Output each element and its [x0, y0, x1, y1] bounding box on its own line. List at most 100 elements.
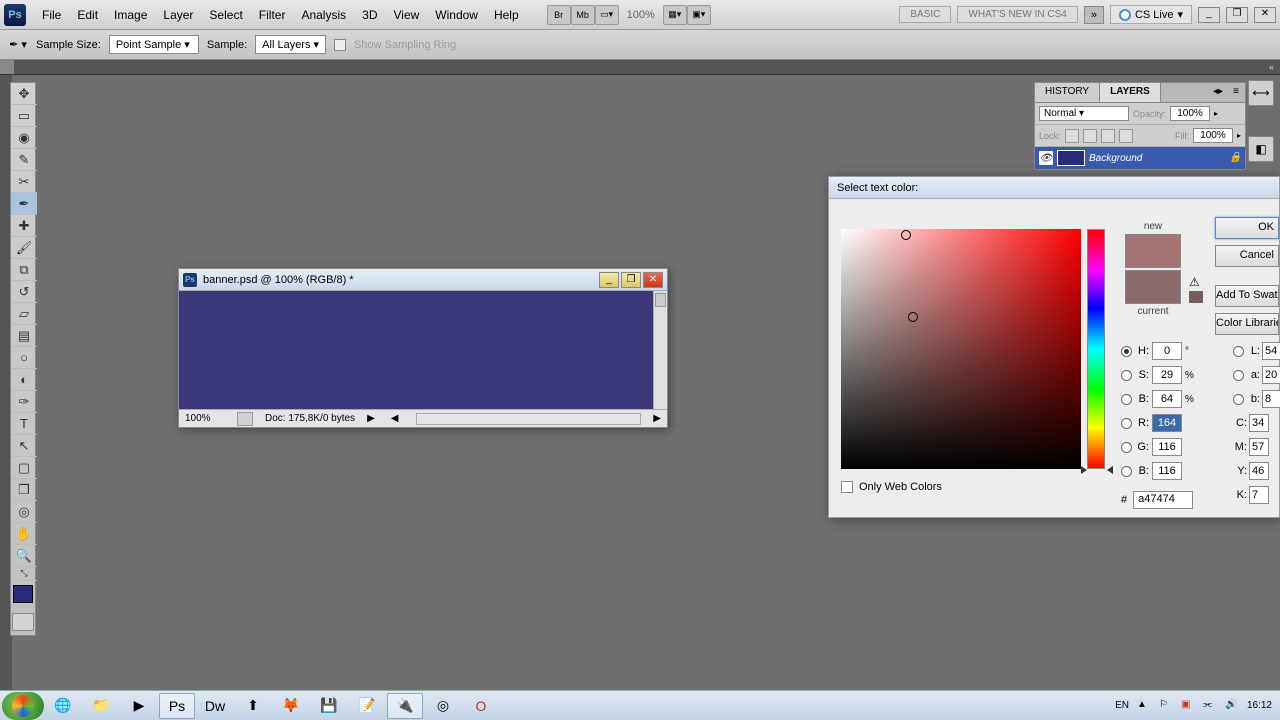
- type-tool[interactable]: T: [11, 413, 37, 435]
- opacity-field[interactable]: 100%: [1170, 106, 1210, 121]
- field-bv[interactable]: 64: [1152, 390, 1182, 408]
- panel-collapse-icon[interactable]: ◂▸: [1209, 83, 1227, 102]
- menu-layer[interactable]: Layer: [155, 4, 201, 26]
- lock-position-icon[interactable]: [1101, 129, 1115, 143]
- workspace-whatsnew[interactable]: WHAT'S NEW IN CS4: [957, 6, 1077, 23]
- lock-image-icon[interactable]: [1083, 129, 1097, 143]
- doc-status-menu-icon[interactable]: ▶: [367, 413, 375, 424]
- menu-analysis[interactable]: Analysis: [293, 4, 354, 26]
- web-colors-checkbox[interactable]: [841, 481, 853, 493]
- color-libraries-button[interactable]: Color Libraries: [1215, 313, 1279, 335]
- radio-g[interactable]: [1121, 442, 1132, 453]
- zoom-level[interactable]: 100%: [619, 7, 663, 23]
- marquee-tool[interactable]: ▭: [11, 105, 37, 127]
- tray-icon-2[interactable]: ▣: [1181, 699, 1195, 713]
- workspace-basic[interactable]: BASIC: [899, 6, 951, 23]
- ruler-menu-icon[interactable]: «: [1269, 62, 1274, 72]
- healing-tool[interactable]: ✚: [11, 215, 37, 237]
- fill-slider-icon[interactable]: ▸: [1237, 131, 1241, 140]
- menu-window[interactable]: Window: [427, 4, 486, 26]
- arrange-documents-dropdown[interactable]: ▦▾: [663, 5, 687, 25]
- dock-panel-icon[interactable]: ◧: [1248, 136, 1274, 162]
- layer-background[interactable]: 👁 Background 🔒: [1035, 147, 1245, 169]
- opacity-slider-icon[interactable]: ▸: [1214, 109, 1218, 118]
- eraser-tool[interactable]: ▱: [11, 303, 37, 325]
- sample-dropdown[interactable]: All Layers ▾: [255, 35, 326, 54]
- launch-bridge-icon[interactable]: Br: [547, 5, 571, 25]
- field-s[interactable]: 29: [1152, 366, 1182, 384]
- crop-tool[interactable]: ✂: [11, 171, 37, 193]
- 3d-tool[interactable]: ❒: [11, 479, 37, 501]
- cancel-button[interactable]: Cancel: [1215, 245, 1279, 267]
- doc-minimize-button[interactable]: _: [599, 272, 619, 288]
- current-color-swatch[interactable]: [1125, 270, 1181, 304]
- radio-lab-b[interactable]: [1233, 394, 1244, 405]
- pen-tool[interactable]: ✑: [11, 391, 37, 413]
- hue-handle[interactable]: [1083, 466, 1111, 474]
- hue-slider[interactable]: [1087, 229, 1105, 469]
- doc-scrollbar-horizontal[interactable]: [416, 413, 641, 425]
- sample-size-dropdown[interactable]: Point Sample ▾: [109, 35, 199, 54]
- blend-mode-dropdown[interactable]: Normal ▾: [1039, 106, 1129, 121]
- field-h[interactable]: 0: [1152, 342, 1182, 360]
- stamp-tool[interactable]: ⧉: [11, 259, 37, 281]
- dodge-tool[interactable]: ◐: [11, 369, 37, 391]
- doc-maximize-button[interactable]: ❐: [621, 272, 641, 288]
- zoom-tool[interactable]: 🔍: [11, 545, 37, 567]
- doc-zoom-field[interactable]: 100%: [185, 413, 225, 424]
- show-sampling-ring-checkbox[interactable]: [334, 39, 346, 51]
- launch-minibridge-icon[interactable]: Mb: [571, 5, 595, 25]
- tray-network-icon[interactable]: ⫘: [1203, 699, 1217, 713]
- foreground-color-swatch[interactable]: [13, 585, 33, 603]
- tab-history[interactable]: HISTORY: [1035, 83, 1100, 102]
- quick-select-tool[interactable]: ✎: [11, 149, 37, 171]
- radio-s[interactable]: [1121, 370, 1132, 381]
- shape-tool[interactable]: ▢: [11, 457, 37, 479]
- lock-all-icon[interactable]: [1119, 129, 1133, 143]
- tray-volume-icon[interactable]: 🔊: [1225, 699, 1239, 713]
- field-g[interactable]: 116: [1152, 438, 1182, 456]
- lasso-tool[interactable]: ◉: [11, 127, 37, 149]
- history-brush-tool[interactable]: ↺: [11, 281, 37, 303]
- field-lab-b[interactable]: 8: [1262, 390, 1280, 408]
- radio-r[interactable]: [1121, 418, 1132, 429]
- move-tool[interactable]: ✥: [11, 83, 37, 105]
- gamut-warning-icon[interactable]: ⚠: [1189, 275, 1205, 289]
- view-extras-dropdown[interactable]: ▭▾: [595, 5, 619, 25]
- doc-scrollbar-vertical[interactable]: [653, 291, 667, 409]
- layer-thumbnail[interactable]: [1057, 150, 1085, 166]
- radio-b2[interactable]: [1121, 466, 1132, 477]
- menu-filter[interactable]: Filter: [251, 4, 294, 26]
- field-m[interactable]: 57: [1249, 438, 1269, 456]
- tray-show-hidden-icon[interactable]: ▲: [1137, 699, 1151, 713]
- add-to-swatches-button[interactable]: Add To Swatches: [1215, 285, 1279, 307]
- radio-h[interactable]: [1121, 346, 1132, 357]
- tab-layers[interactable]: LAYERS: [1100, 83, 1161, 102]
- taskbar-explorer[interactable]: 📁: [83, 693, 119, 719]
- taskbar-notes[interactable]: 📝: [349, 693, 385, 719]
- field-l[interactable]: 54: [1262, 342, 1280, 360]
- screen-mode-dropdown[interactable]: ▣▾: [687, 5, 711, 25]
- eyedropper-tool[interactable]: ✒: [11, 193, 37, 215]
- lock-transparency-icon[interactable]: [1065, 129, 1079, 143]
- radio-l[interactable]: [1233, 346, 1244, 357]
- radio-a[interactable]: [1233, 370, 1244, 381]
- taskbar-opera[interactable]: O: [463, 693, 499, 719]
- app-minimize-button[interactable]: _: [1198, 7, 1220, 23]
- ok-button[interactable]: OK: [1215, 217, 1279, 239]
- hand-tool[interactable]: ✋: [11, 523, 37, 545]
- taskbar-ie[interactable]: 🌐: [45, 693, 81, 719]
- field-y[interactable]: 46: [1249, 462, 1269, 480]
- menu-select[interactable]: Select: [201, 4, 250, 26]
- app-close-button[interactable]: ✕: [1254, 7, 1276, 23]
- taskbar-dreamweaver[interactable]: Dw: [197, 693, 233, 719]
- saturation-value-field[interactable]: [841, 229, 1081, 469]
- field-b[interactable]: 116: [1152, 462, 1182, 480]
- picker-titlebar[interactable]: Select text color:: [829, 177, 1279, 199]
- doc-scroll-left-icon[interactable]: ◀: [391, 413, 399, 424]
- brush-tool[interactable]: 🖌: [11, 237, 37, 259]
- menu-help[interactable]: Help: [486, 4, 527, 26]
- color-toggle-icon[interactable]: ⤡: [11, 567, 37, 581]
- path-select-tool[interactable]: ↖: [11, 435, 37, 457]
- quick-mask-button[interactable]: [12, 613, 34, 631]
